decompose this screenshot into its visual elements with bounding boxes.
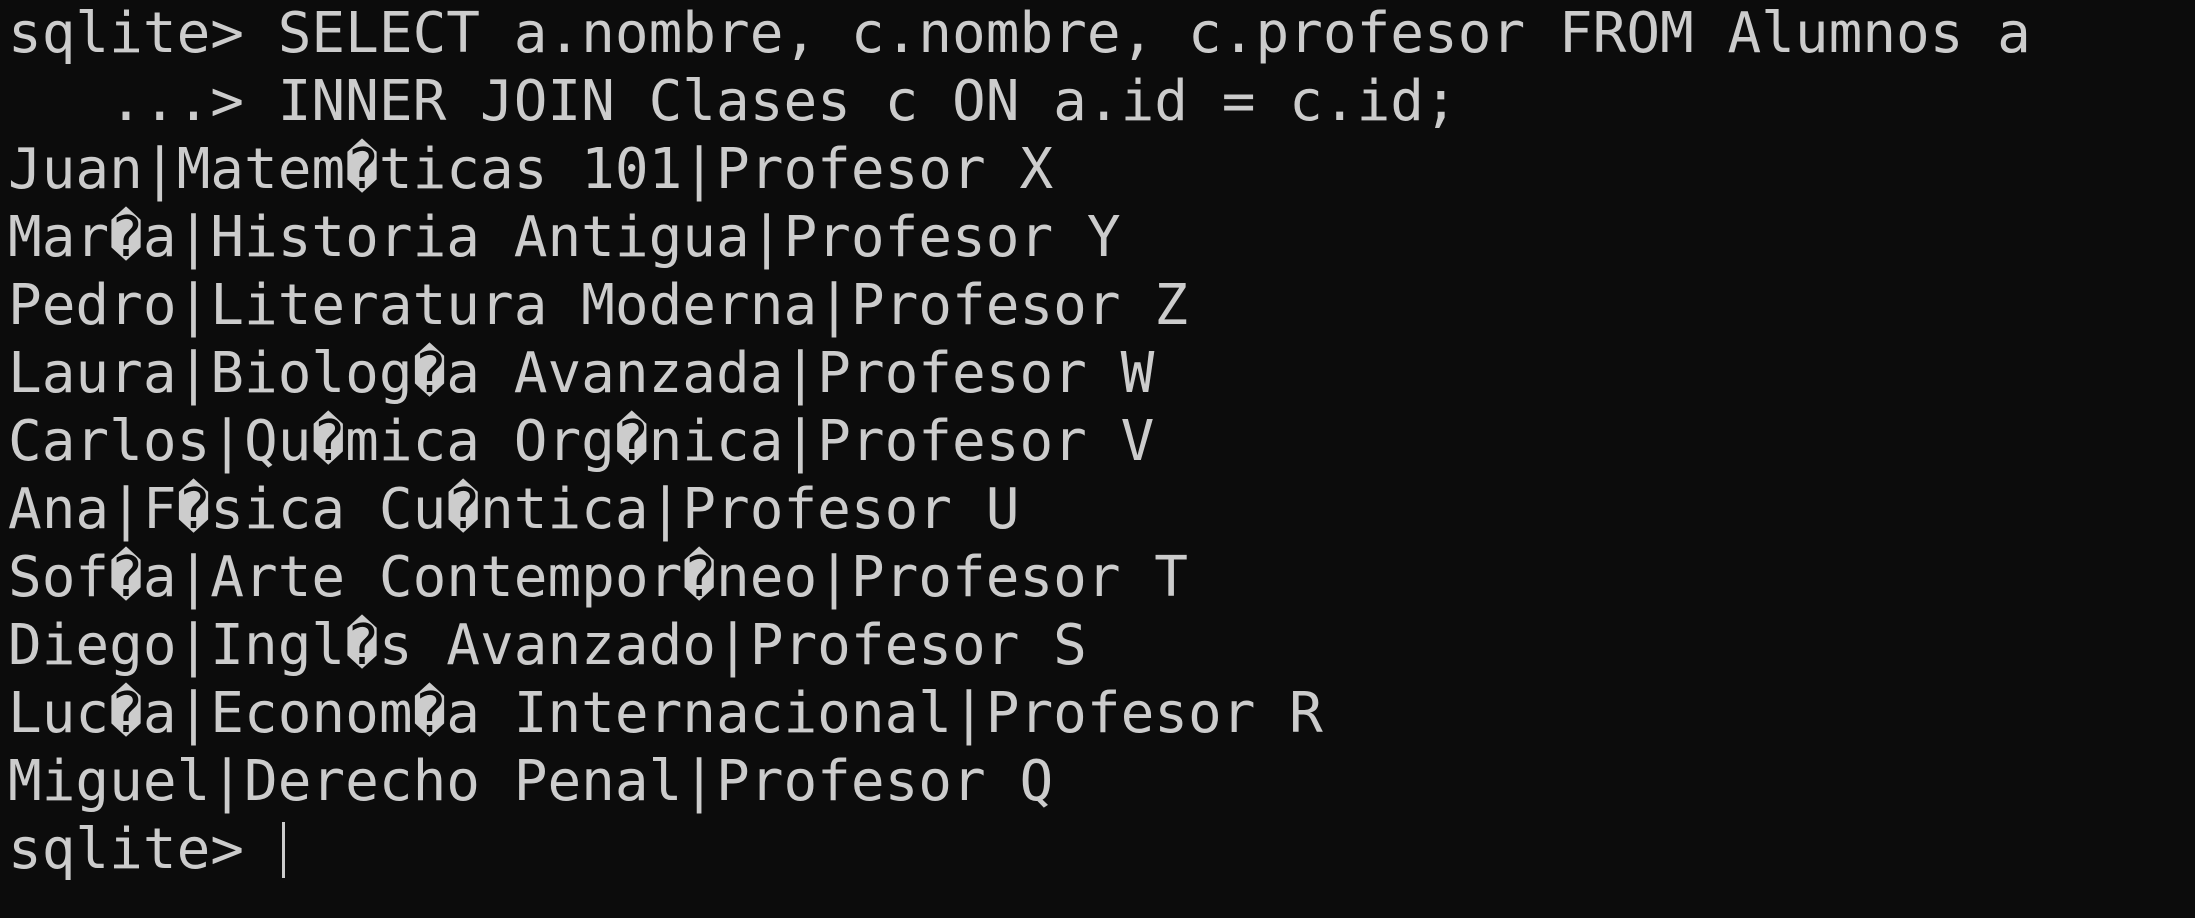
query-line-1: sqlite> SELECT a.nombre, c.nombre, c.pro… (8, 0, 2195, 68)
sqlite-prompt: sqlite> (8, 1, 278, 66)
query-text-2: INNER JOIN Clases c ON a.id = c.id; (277, 69, 1458, 134)
result-row: Sof�a|Arte Contempor�neo|Profesor T (8, 545, 1189, 610)
result-row: Miguel|Derecho Penal|Profesor Q (8, 749, 1054, 814)
result-row: Diego|Ingl�s Avanzado|Profesor S (8, 613, 1087, 678)
result-row: Luc�a|Econom�a Internacional|Profesor R (8, 681, 1323, 746)
result-row: Ana|F�sica Cu�ntica|Profesor U (8, 477, 1020, 542)
result-row: Pedro|Literatura Moderna|Profesor Z (8, 273, 1189, 338)
result-row: Carlos|Qu�mica Org�nica|Profesor V (8, 409, 1155, 474)
terminal-window[interactable]: sqlite> SELECT a.nombre, c.nombre, c.pro… (0, 0, 2195, 918)
result-row: Mar�a|Historia Antigua|Profesor Y (8, 205, 1121, 270)
continuation-prompt: ...> (8, 69, 278, 134)
query-text-1: SELECT a.nombre, c.nombre, c.profesor FR… (277, 1, 2031, 66)
result-row: Laura|Biolog�a Avanzada|Profesor W (8, 341, 1155, 406)
input-line[interactable]: sqlite> (8, 816, 2195, 884)
query-line-2: ...> INNER JOIN Clases c ON a.id = c.id; (8, 68, 2195, 136)
text-cursor (281, 822, 285, 878)
result-row: Juan|Matem�ticas 101|Profesor X (8, 137, 1054, 202)
sqlite-prompt: sqlite> (8, 817, 278, 882)
